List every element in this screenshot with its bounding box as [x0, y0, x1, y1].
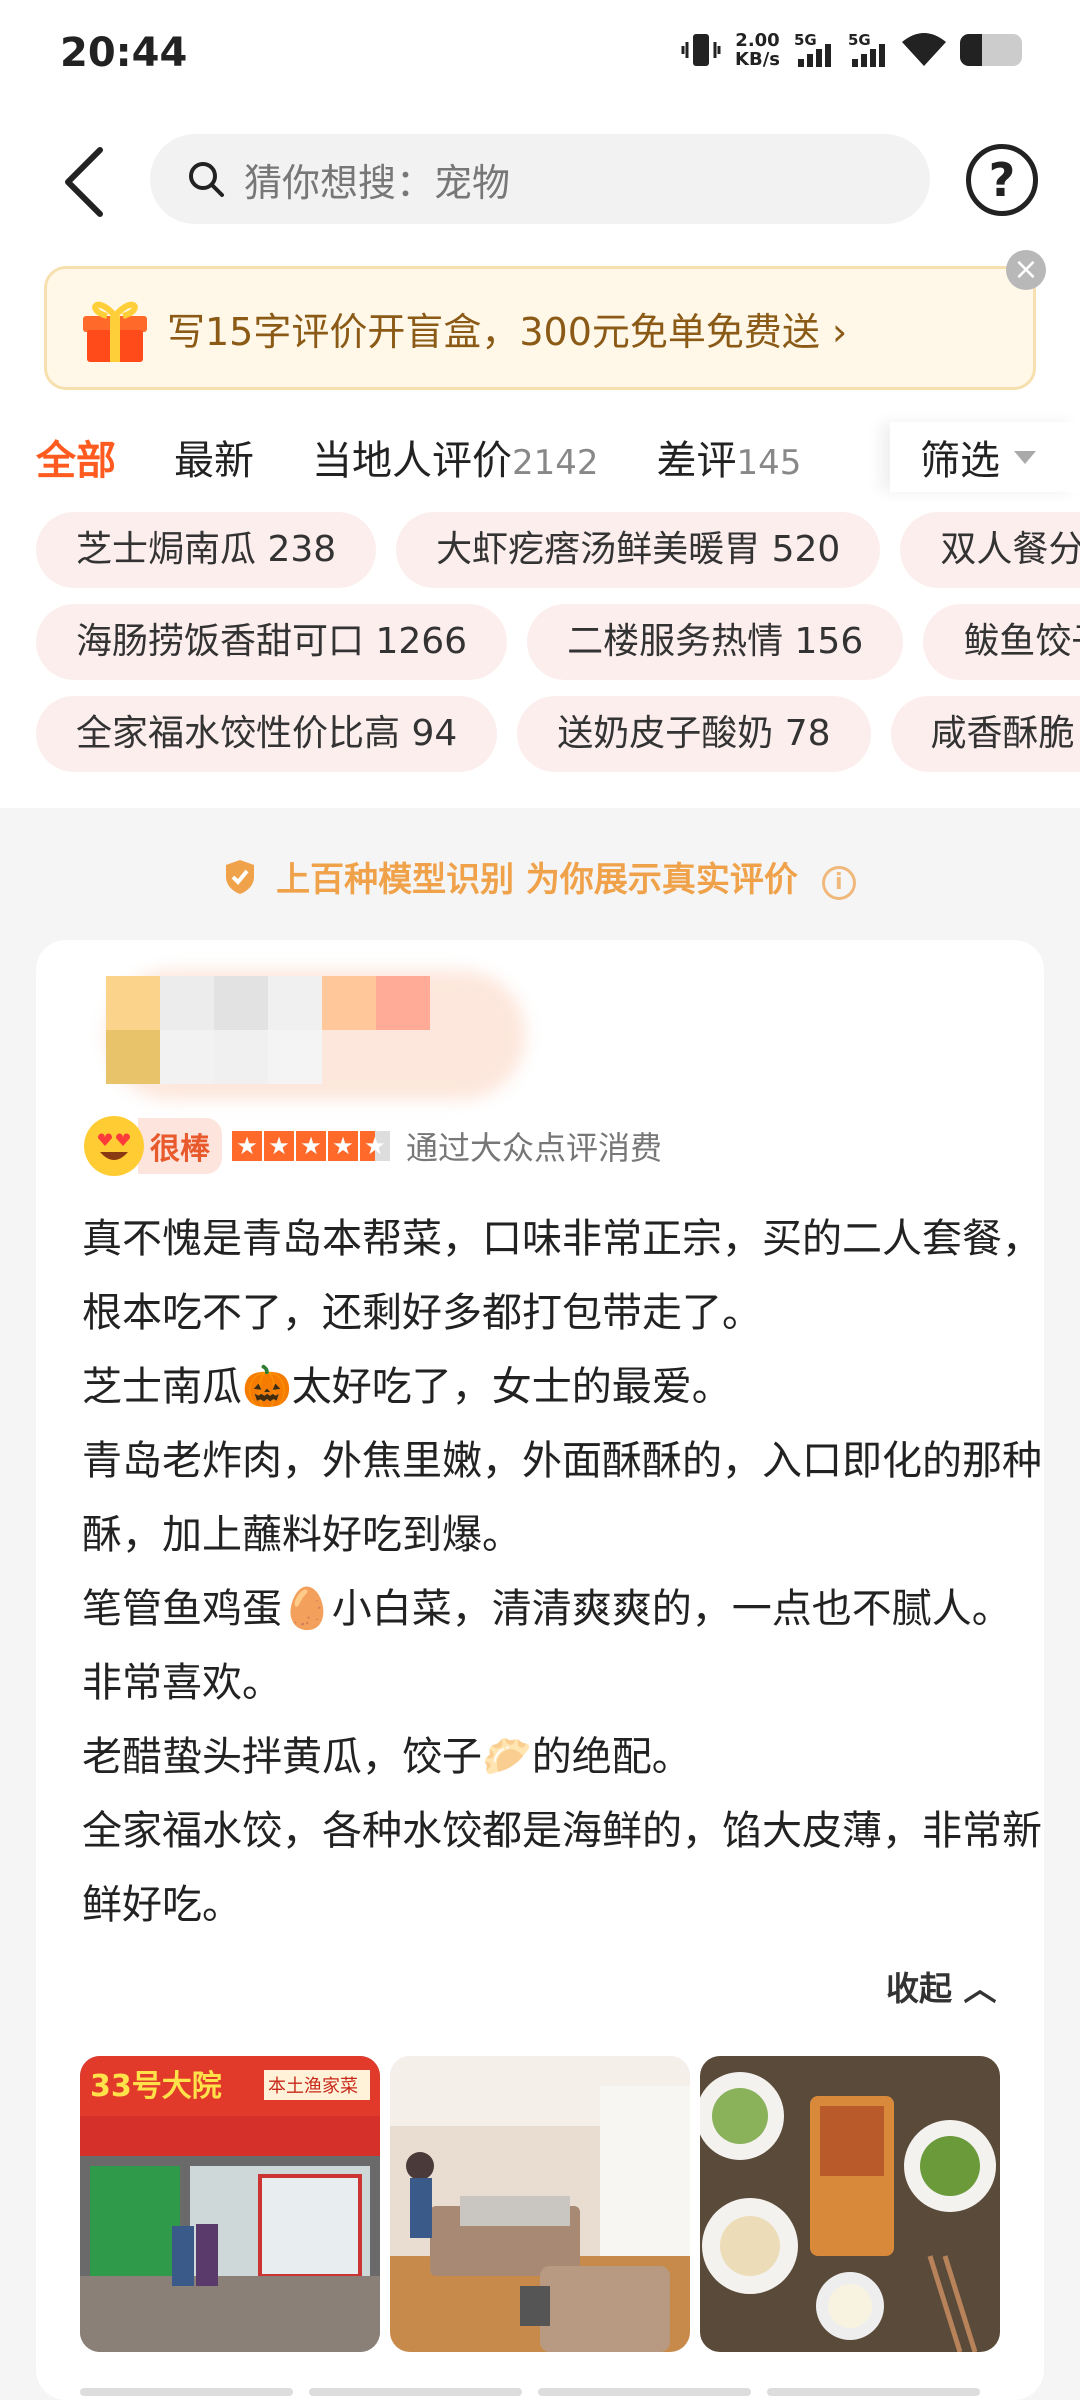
review-text: 真不愧是青岛本帮菜，口味非常正宗，买的二人套餐，根本吃不了，还剩好多都打包带走了… [82, 1202, 1042, 1942]
search-icon [189, 162, 224, 197]
tab-negative[interactable]: 差评145 [657, 428, 802, 486]
tab-local-label: 当地人评价 [312, 438, 512, 484]
tag-row-2: 海肠捞饭香甜可口 1266 二楼服务热情 156 鲅鱼饺子 [36, 604, 1080, 680]
rating-row: 很棒 ★ ★ ★ ★ ★ 通过大众点评消费 [84, 1112, 662, 1180]
net-speed-value: 2.00 [735, 30, 780, 51]
review-photo-interior[interactable] [390, 2056, 690, 2352]
star-icon: ★ [328, 1131, 358, 1161]
battery-level [960, 34, 982, 66]
tag-row-3: 全家福水饺性价比高 94 送奶皮子酸奶 78 咸香酥脆 [36, 696, 1080, 772]
blurred-user-avatar[interactable] [106, 970, 526, 1130]
tag-cloud: 芝士焗南瓜 238 大虾疙瘩汤鲜美暖胃 520 双人餐分 海肠捞饭香甜可口 12… [36, 512, 1080, 772]
signal-sim1-icon: 5G [794, 31, 834, 69]
tab-negative-count: 145 [736, 443, 802, 483]
search-bar[interactable]: 猜你想搜：宠物 [150, 134, 930, 224]
review-photos: 33号大院 本土渔家菜 [80, 2056, 1000, 2352]
tab-all[interactable]: 全部 [36, 428, 116, 486]
wifi-icon [902, 33, 946, 66]
rating-badge: 很棒 [138, 1118, 222, 1174]
help-icon[interactable]: ? [966, 144, 1038, 216]
collapse-button[interactable]: 收起 ︿ [886, 1962, 997, 2010]
caret-down-icon [1014, 450, 1036, 464]
banner-close-icon[interactable]: × [1006, 250, 1046, 290]
photo-scroll-indicator [80, 2388, 980, 2396]
half-star-icon: ★ [360, 1131, 390, 1161]
star-rating: ★ ★ ★ ★ ★ [232, 1131, 390, 1161]
review-paragraph: 老醋蛰头拌黄瓜，饺子🥟的绝配。 [82, 1734, 692, 1780]
tab-latest-label: 最新 [174, 438, 254, 484]
tab-negative-label: 差评 [656, 438, 737, 484]
vibrate-icon [681, 34, 721, 66]
review-tabs: 全部 最新 当地人评价2142 差评145 筛选 [36, 422, 1080, 492]
info-icon[interactable]: i [821, 866, 856, 900]
signal-sim2-icon: 5G [848, 31, 888, 69]
review-paragraph: 真不愧是青岛本帮菜，口味非常正宗，买的二人套餐，根本吃不了，还剩好多都打包带走了… [82, 1216, 1042, 1336]
star-icon: ★ [232, 1131, 262, 1161]
review-photo-dishes[interactable] [700, 2056, 1000, 2352]
filter-label: 筛选 [920, 438, 1000, 484]
status-bar: 20:44 2.00 KB/s 5G 5G [0, 0, 1080, 110]
heart-eyes-emoji-icon [84, 1116, 144, 1176]
status-time: 20:44 [60, 30, 188, 76]
tag-chip[interactable]: 鲅鱼饺子 [923, 604, 1080, 680]
tag-row-1: 芝士焗南瓜 238 大虾疙瘩汤鲜美暖胃 520 双人餐分 [36, 512, 1080, 588]
tag-chip[interactable]: 全家福水饺性价比高 94 [36, 696, 498, 772]
gift-icon [83, 301, 147, 362]
tag-chip[interactable]: 双人餐分 [900, 512, 1080, 588]
filter-button[interactable]: 筛选 [890, 422, 1080, 492]
back-arrow-icon[interactable] [56, 142, 112, 222]
review-paragraph: 青岛老炸肉，外焦里嫩，外面酥酥的，入口即化的那种酥，加上蘸料好吃到爆。 [82, 1438, 1042, 1558]
search-placeholder: 猜你想搜：宠物 [244, 160, 511, 205]
tab-local-count: 2142 [512, 443, 599, 483]
notice-text: 上百种模型识别 为你展示真实评价 [276, 860, 798, 900]
photo-sign-sub: 本土渔家菜 [268, 2076, 358, 2097]
tag-chip[interactable]: 芝士焗南瓜 238 [36, 512, 377, 588]
review-paragraph: 芝士南瓜🎃太好吃了，女士的最爱。 [82, 1364, 732, 1410]
tab-local[interactable]: 当地人评价2142 [312, 428, 599, 486]
tag-chip[interactable]: 二楼服务热情 156 [527, 604, 904, 680]
tag-chip[interactable]: 咸香酥脆 [890, 696, 1080, 772]
promo-banner[interactable]: 写15字评价开盲盒，300元免单免费送 › [44, 266, 1036, 390]
tab-latest[interactable]: 最新 [174, 428, 254, 486]
banner-text: 写15字评价开盲盒，300元免单免费送 › [167, 309, 848, 354]
tab-all-label: 全部 [36, 438, 116, 484]
review-card: 很棒 ★ ★ ★ ★ ★ 通过大众点评消费 真不愧是青岛本帮菜，口味非常正宗，买… [36, 940, 1044, 2400]
photo-sign-title: 33号大院 [90, 2069, 222, 2104]
net-speed-unit: KB/s [735, 49, 780, 70]
consumption-source: 通过大众点评消费 [406, 1129, 663, 1167]
battery-icon [960, 34, 1022, 66]
review-paragraph: 全家福水饺，各种水饺都是海鲜的，馅大皮薄，非常新鲜好吃。 [82, 1808, 1042, 1928]
status-icons: 2.00 KB/s 5G 5G [681, 30, 1022, 70]
review-paragraph: 笔管鱼鸡蛋🥚小白菜，清清爽爽的，一点也不腻人。非常喜欢。 [82, 1586, 1012, 1706]
tag-chip[interactable]: 海肠捞饭香甜可口 1266 [36, 604, 508, 680]
review-photo-storefront[interactable]: 33号大院 本土渔家菜 [80, 2056, 380, 2352]
tag-chip[interactable]: 大虾疙瘩汤鲜美暖胃 520 [396, 512, 881, 588]
tag-chip[interactable]: 送奶皮子酸奶 78 [517, 696, 871, 772]
authenticity-notice: 上百种模型识别 为你展示真实评价 i [0, 852, 1080, 901]
shield-check-icon [226, 860, 255, 894]
net-speed: 2.00 KB/s [735, 31, 780, 69]
star-icon: ★ [264, 1131, 294, 1161]
star-icon: ★ [296, 1131, 326, 1161]
